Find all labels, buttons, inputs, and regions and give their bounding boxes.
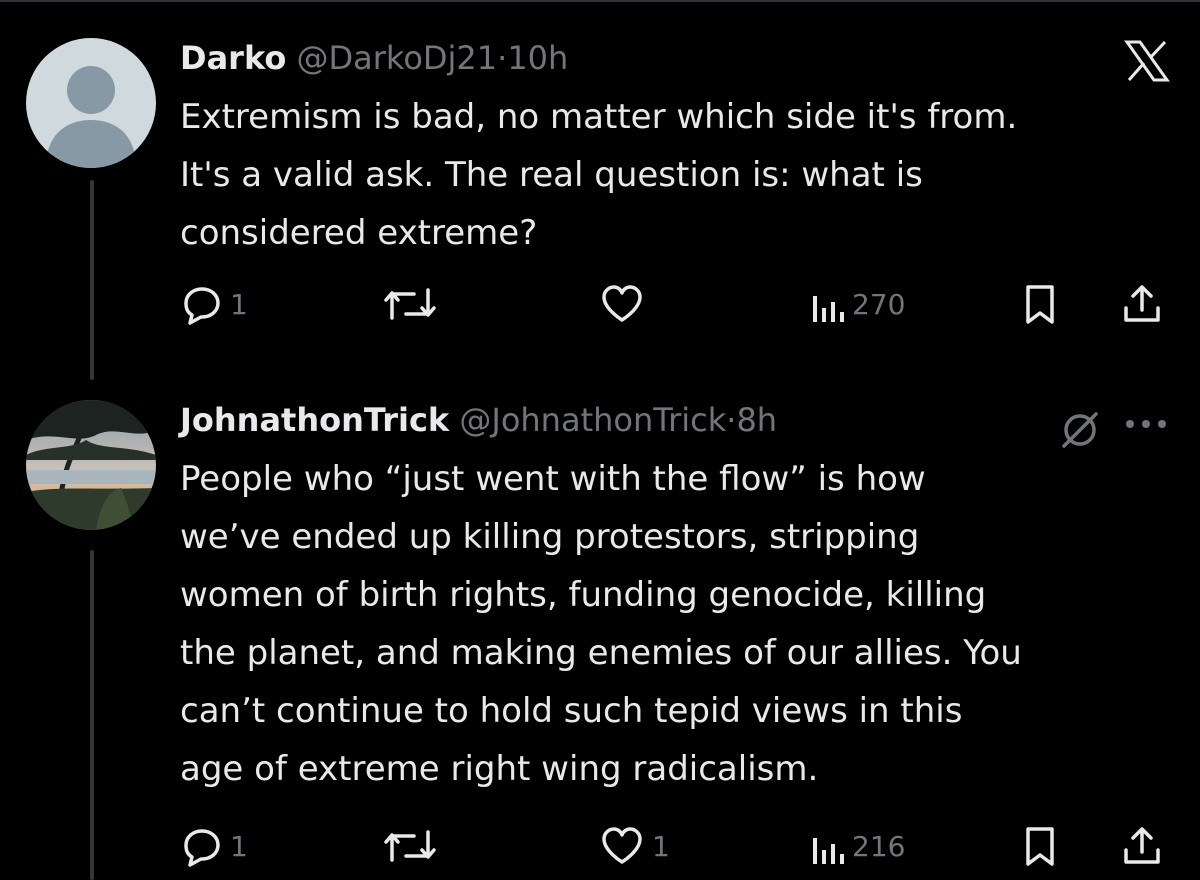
bookmark-icon [1020, 282, 1060, 326]
like-count: 1 [652, 829, 670, 863]
tweet-johnathontrick[interactable]: JohnathonTrick @JohnathonTrick·8h People… [0, 380, 1200, 880]
author-name[interactable]: Darko [180, 39, 286, 77]
reply-button[interactable]: 1 [180, 824, 248, 868]
views-button[interactable]: 216 [810, 824, 905, 868]
reply-icon [180, 282, 224, 326]
tweet-text-line: can’t continue to hold such tepid views … [180, 691, 963, 731]
bookmark-button[interactable] [1020, 824, 1060, 868]
bookmark-icon [1020, 824, 1060, 868]
author-handle[interactable]: @DarkoDj21 [297, 39, 498, 77]
tweet-text-line: considered extreme? [180, 213, 538, 253]
retweet-icon [380, 824, 440, 868]
tweet-text-line: It's a valid ask. The real question is: … [180, 155, 923, 195]
reply-count: 1 [230, 287, 248, 321]
tweet-text-line: the planet, and making enemies of our al… [180, 633, 1022, 673]
reply-button[interactable]: 1 [180, 282, 248, 326]
tweet-header: Darko @DarkoDj21·10h [180, 38, 1170, 78]
reply-count: 1 [230, 829, 248, 863]
views-icon [810, 824, 846, 868]
share-button[interactable] [1120, 282, 1164, 326]
action-bar: 1 270 [180, 282, 1170, 326]
tweet-darko[interactable]: Darko @DarkoDj21·10h Extremism is bad, n… [0, 0, 1200, 380]
thread-line [90, 550, 94, 880]
avatar-photo[interactable] [26, 400, 156, 530]
more-icon[interactable] [1122, 404, 1170, 452]
views-count: 216 [852, 829, 906, 863]
views-count: 270 [852, 287, 906, 321]
tweet-text: Extremism is bad, no matter which side i… [180, 88, 1170, 262]
action-bar: 1 1 216 [180, 824, 1170, 868]
retweet-icon [380, 282, 440, 326]
tweet-text-line: women of birth rights, funding genocide,… [180, 575, 987, 615]
views-icon [810, 282, 846, 326]
timestamp[interactable]: 10h [507, 39, 568, 77]
avatar-default[interactable] [26, 38, 156, 168]
reply-icon [180, 824, 224, 868]
verified-icon[interactable] [1058, 408, 1102, 456]
timestamp[interactable]: 8h [736, 401, 777, 439]
share-icon [1120, 282, 1164, 326]
separator-dot: · [497, 39, 508, 77]
like-button[interactable]: 1 [598, 824, 670, 868]
like-icon [598, 824, 646, 868]
like-button[interactable] [598, 282, 652, 326]
tweet-text-line: age of extreme right wing radicalism. [180, 749, 819, 789]
tweet-header: JohnathonTrick @JohnathonTrick·8h [180, 400, 1170, 440]
like-icon [598, 282, 646, 326]
share-icon [1120, 824, 1164, 868]
separator-dot: · [726, 401, 737, 439]
share-button[interactable] [1120, 824, 1164, 868]
tweet-text-line: we’ve ended up killing protestors, strip… [180, 517, 920, 557]
author-handle[interactable]: @JohnathonTrick [459, 401, 726, 439]
tweet-text: People who “just went with the flow” is … [180, 450, 1170, 798]
retweet-button[interactable] [380, 282, 446, 326]
author-name[interactable]: JohnathonTrick [180, 401, 449, 439]
retweet-button[interactable] [380, 824, 446, 868]
views-button[interactable]: 270 [810, 282, 905, 326]
tweet-text-line: Extremism is bad, no matter which side i… [180, 97, 1018, 137]
thread-line [90, 180, 94, 380]
bookmark-button[interactable] [1020, 282, 1060, 326]
tweet-text-line: People who “just went with the flow” is … [180, 459, 926, 499]
